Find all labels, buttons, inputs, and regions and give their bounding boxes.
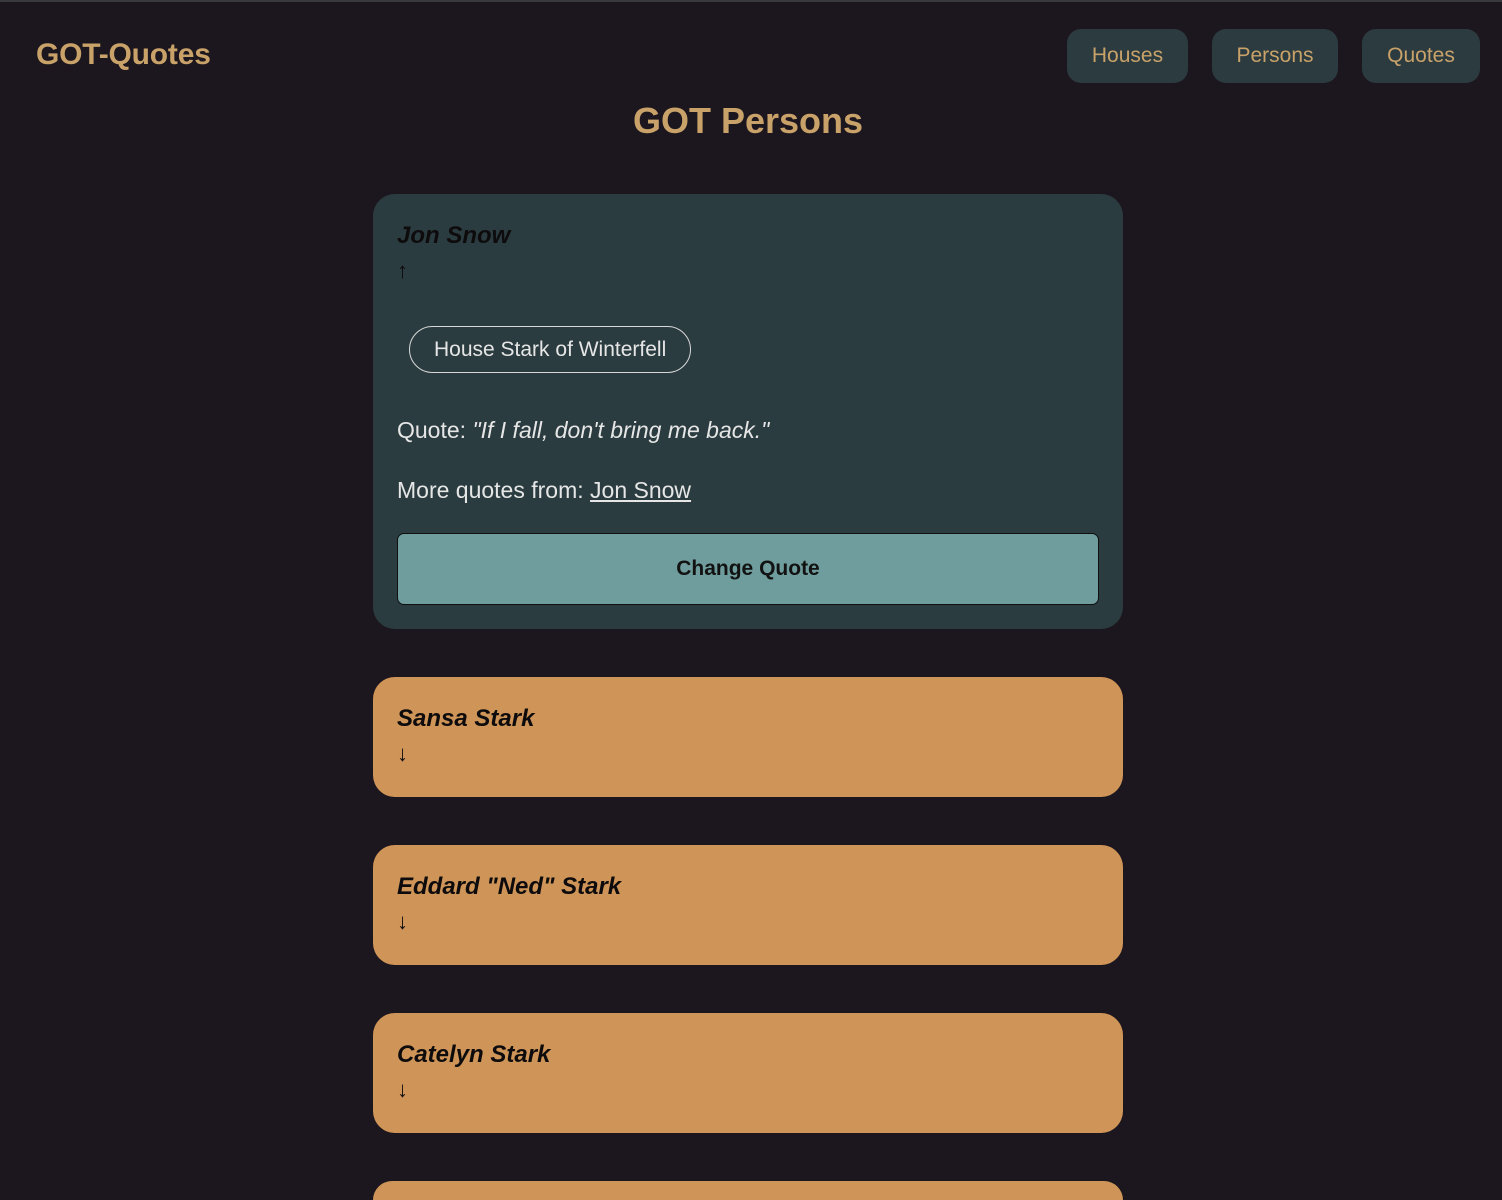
expand-arrow-icon[interactable]: ↓ xyxy=(397,909,408,935)
person-card-expanded: Jon Snow ↑ House Stark of Winterfell Quo… xyxy=(373,194,1123,629)
header: GOT-Quotes Houses Persons Quotes xyxy=(0,0,1502,110)
nav-persons-button[interactable]: Persons xyxy=(1212,29,1338,83)
person-name: Sansa Stark xyxy=(397,705,535,732)
person-name: Jon Snow xyxy=(397,222,511,249)
collapse-arrow-icon[interactable]: ↑ xyxy=(397,258,408,284)
change-quote-button[interactable]: Change Quote xyxy=(397,533,1099,605)
brand-logo[interactable]: GOT-Quotes xyxy=(36,38,211,72)
page-title: GOT Persons xyxy=(632,100,864,141)
person-name: Eddard "Ned" Stark xyxy=(397,873,622,900)
nav-quotes-button[interactable]: Quotes xyxy=(1362,29,1480,83)
more-quotes-label: More quotes from: xyxy=(397,477,591,503)
more-quotes-link[interactable]: Jon Snow xyxy=(590,477,691,503)
quote-line: Quote: "If I fall, don't bring me back." xyxy=(397,417,769,444)
person-card-partial[interactable] xyxy=(373,1181,1123,1200)
more-quotes-line: More quotes from: Jon Snow xyxy=(397,477,691,504)
expand-arrow-icon[interactable]: ↓ xyxy=(397,1077,408,1103)
nav-houses-button[interactable]: Houses xyxy=(1067,29,1188,83)
quote-label: Quote: xyxy=(397,417,473,443)
house-badge[interactable]: House Stark of Winterfell xyxy=(409,326,692,373)
person-card[interactable]: Catelyn Stark ↓ xyxy=(373,1013,1123,1133)
person-name: Catelyn Stark xyxy=(397,1041,551,1068)
expand-arrow-icon[interactable]: ↓ xyxy=(397,741,408,767)
person-card[interactable]: Eddard "Ned" Stark ↓ xyxy=(373,845,1123,965)
person-card[interactable]: Sansa Stark ↓ xyxy=(373,677,1123,797)
quote-text: "If I fall, don't bring me back." xyxy=(472,417,770,443)
